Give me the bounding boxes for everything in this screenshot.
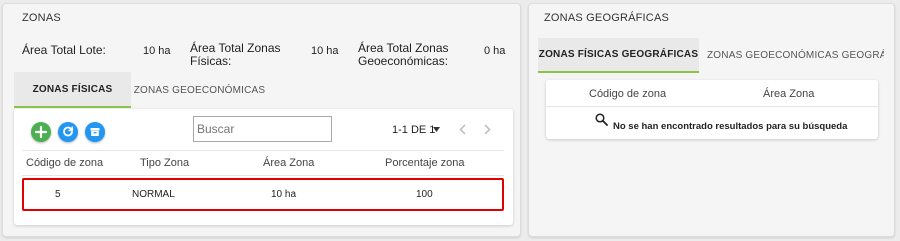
refresh-icon <box>63 126 74 137</box>
zonas-panel-title: ZONAS <box>22 12 61 24</box>
table-divider <box>22 150 504 151</box>
pager-range: 1-1 DE 1 <box>392 124 436 136</box>
tab-zonas-fisicas[interactable]: ZONAS FÍSICAS <box>14 72 131 108</box>
area-total-zonas-geoeconomicas-value: 0 ha <box>484 45 506 57</box>
column-header-porcentaje-zona[interactable]: Porcentaje zona <box>385 157 465 169</box>
plus-icon <box>35 126 47 138</box>
refresh-button[interactable] <box>58 122 78 142</box>
area-total-lote-value: 10 ha <box>143 45 171 57</box>
zonas-geograficas-panel-title: ZONAS GEOGRÁFICAS <box>544 12 670 24</box>
chevron-left-icon[interactable] <box>459 124 466 135</box>
empty-results-message: No se han encontrado resultados para su … <box>613 121 848 132</box>
tab-zonas-geoeconomicas-geograficas[interactable]: ZONAS GEOECONÓMICAS GEOGRÁF <box>701 38 884 73</box>
chevron-right-icon[interactable] <box>484 124 491 135</box>
search-input[interactable] <box>193 116 332 142</box>
caret-down-icon[interactable] <box>433 127 440 132</box>
geo-table-divider <box>546 106 878 107</box>
tab-zonas-geoeconomicas[interactable]: ZONAS GEOECONÓMICAS <box>132 72 267 108</box>
tab-zonas-fisicas-geograficas[interactable]: ZONAS FÍSICAS GEOGRÁFICAS <box>538 38 699 73</box>
column-header-codigo-zona-geo[interactable]: Código de zona <box>589 88 666 100</box>
column-header-area-zona[interactable]: Área Zona <box>263 157 314 169</box>
area-total-zonas-geoeconomicas-label: Área Total Zonas Geoeconómicas: <box>358 41 449 68</box>
area-total-lote-label: Área Total Lote: <box>22 43 106 57</box>
archive-icon <box>90 128 100 136</box>
search-icon <box>595 113 608 126</box>
archive-button[interactable] <box>85 122 105 142</box>
table-header-divider <box>22 175 504 176</box>
column-header-codigo-zona[interactable]: Código de zona <box>26 157 103 169</box>
column-header-tipo-zona[interactable]: Tipo Zona <box>140 157 189 169</box>
area-total-zonas-fisicas-label: Área Total Zonas Físicas: <box>190 41 281 68</box>
area-total-zonas-fisicas-value: 10 ha <box>311 45 339 57</box>
selected-row-highlight <box>22 178 504 211</box>
column-header-area-zona-geo[interactable]: Área Zona <box>763 88 814 100</box>
add-button[interactable] <box>31 122 51 142</box>
